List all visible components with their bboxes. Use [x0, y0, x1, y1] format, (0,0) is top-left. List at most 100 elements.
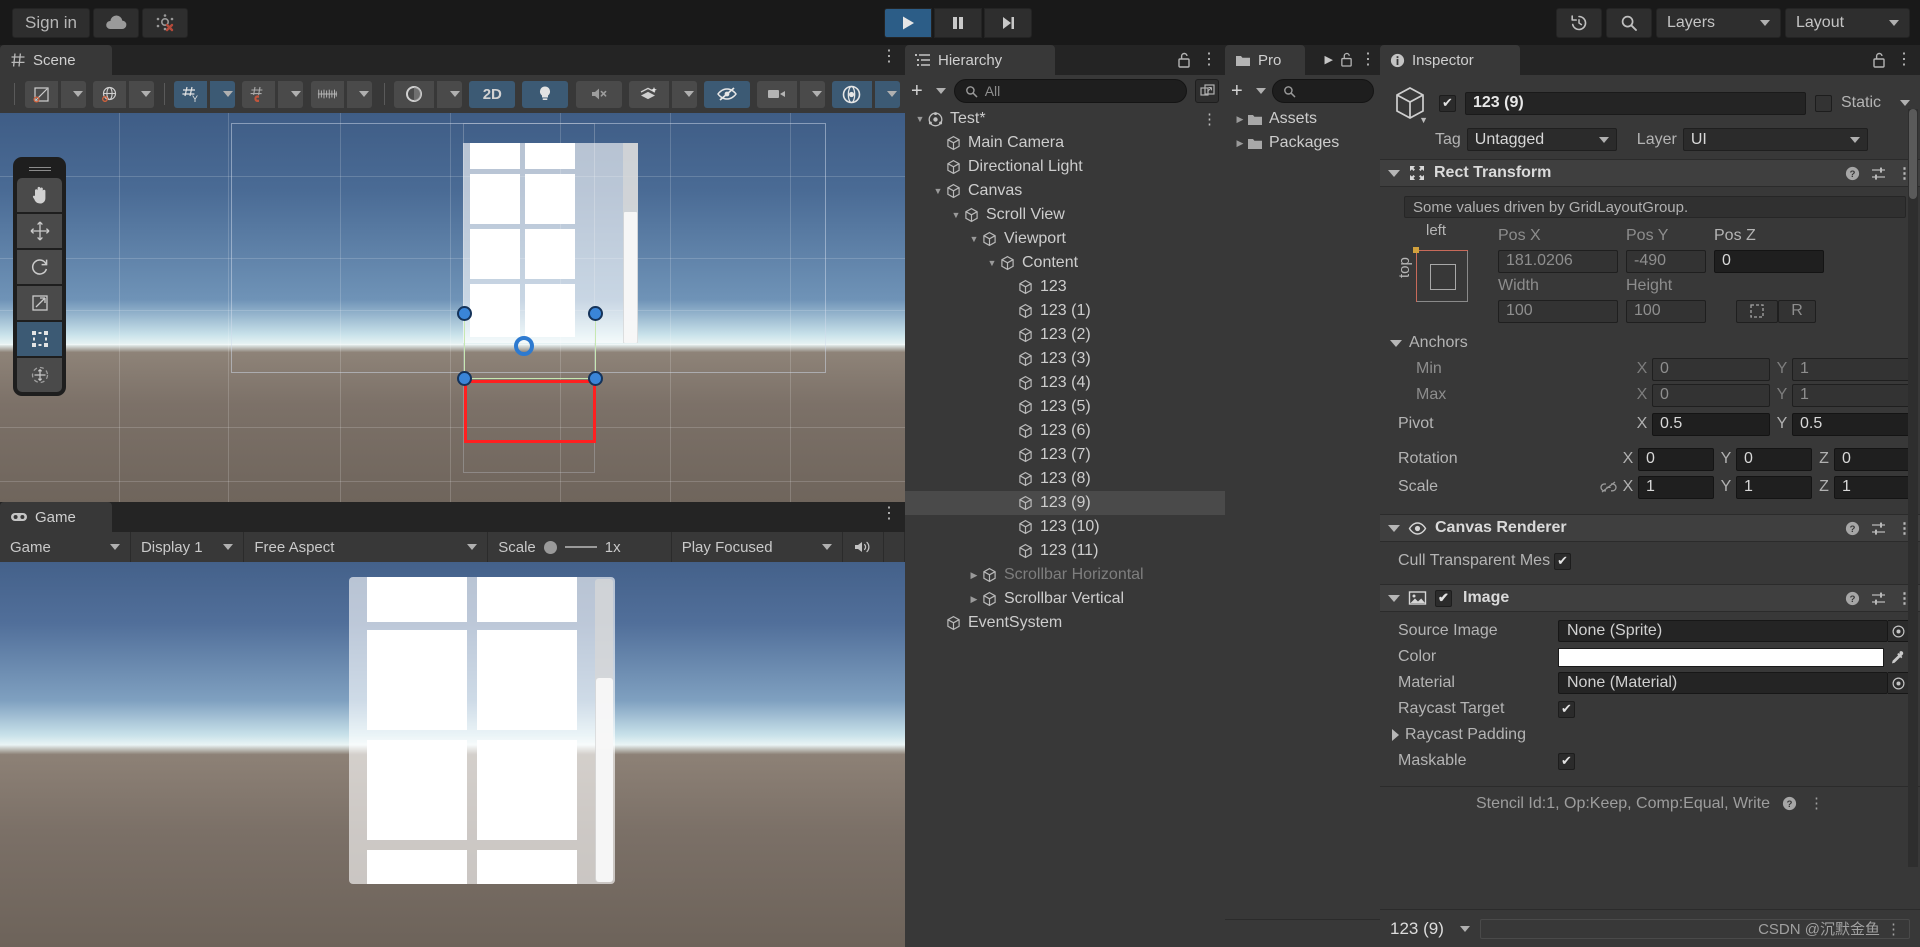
foldout-open-icon[interactable]: ▼ — [949, 210, 963, 220]
lighting-toggle[interactable] — [522, 80, 569, 108]
raycast-target-checkbox[interactable]: ✔ — [1558, 700, 1575, 718]
help-icon[interactable]: ? — [1845, 521, 1860, 536]
camera-settings-button[interactable] — [756, 80, 797, 108]
hierarchy-item[interactable]: 123 (1) — [905, 299, 1225, 323]
history-button[interactable] — [1556, 8, 1602, 38]
pivot-x-input[interactable]: 0.5 — [1652, 412, 1770, 436]
pivot-mode-dropdown[interactable] — [60, 80, 86, 108]
hierarchy-item[interactable]: ▶ Scrollbar Vertical — [905, 587, 1225, 611]
foldout-closed-icon[interactable]: ▶ — [967, 594, 981, 605]
foldout-arrow-icon[interactable] — [1388, 169, 1400, 177]
rect-handle-top-right[interactable] — [588, 306, 603, 321]
hierarchy-item[interactable]: 123 (2) — [905, 323, 1225, 347]
tab-project[interactable]: Pro — [1225, 45, 1305, 75]
object-enabled-checkbox[interactable]: ✔ — [1439, 94, 1456, 112]
layers-dropdown[interactable]: Layers — [1656, 8, 1781, 38]
ruler-dropdown[interactable] — [346, 80, 372, 108]
footer-object-dropdown[interactable]: 123 (9) — [1390, 919, 1470, 939]
tab-game[interactable]: Game — [0, 502, 112, 532]
play-button[interactable] — [884, 8, 932, 38]
project-item[interactable]: ▶ Assets — [1225, 107, 1380, 131]
pause-button[interactable] — [934, 8, 982, 38]
project-tree[interactable]: ▶ Assets ▶ Packages — [1225, 107, 1380, 887]
anchor-min-y-input[interactable]: 1 — [1792, 357, 1910, 381]
hierarchy-item[interactable]: ▼ Scroll View — [905, 203, 1225, 227]
project-item[interactable]: ▶ Packages — [1225, 131, 1380, 155]
preset-icon[interactable] — [1871, 166, 1886, 181]
hierarchy-item[interactable]: 123 (11) — [905, 539, 1225, 563]
rect-transform-header[interactable]: Rect Transform ? ⋮ — [1380, 159, 1920, 187]
scale-z-input[interactable]: 1 — [1834, 475, 1910, 499]
scale-x-input[interactable]: 1 — [1638, 475, 1714, 499]
hierarchy-add-button[interactable]: + — [911, 80, 946, 103]
gizmos-toggle[interactable] — [831, 80, 872, 108]
game-scale-slider[interactable]: Scale 1x — [488, 532, 672, 562]
hierarchy-item[interactable]: ▶ Scrollbar Horizontal — [905, 563, 1225, 587]
move-tool-button[interactable] — [17, 214, 62, 248]
pos-x-input[interactable]: 181.0206 — [1498, 249, 1618, 273]
hierarchy-item[interactable]: 123 (8) — [905, 467, 1225, 491]
camera-settings-dropdown[interactable] — [799, 80, 825, 108]
hierarchy-item[interactable]: Main Camera — [905, 131, 1225, 155]
hierarchy-item[interactable]: ▼ Canvas — [905, 179, 1225, 203]
effects-dropdown[interactable] — [671, 80, 697, 108]
maskable-checkbox[interactable]: ✔ — [1558, 752, 1575, 770]
search-button[interactable] — [1606, 8, 1652, 38]
hierarchy-item[interactable]: 123 (4) — [905, 371, 1225, 395]
layout-dropdown[interactable]: Layout — [1785, 8, 1910, 38]
hierarchy-tree[interactable]: ▼ Test* ⋮ Main Camera Directional Light ▼ Canv… — [905, 107, 1225, 947]
game-mute-button[interactable] — [843, 532, 884, 562]
hierarchy-item[interactable]: ▼ Test* ⋮ — [905, 107, 1225, 131]
hierarchy-search-input[interactable]: All — [953, 79, 1187, 103]
canvas-renderer-header[interactable]: Canvas Renderer ? ⋮ — [1380, 514, 1920, 542]
hierarchy-item[interactable]: 123 (5) — [905, 395, 1225, 419]
foldout-closed-icon[interactable]: ▶ — [1233, 138, 1247, 149]
grid-axis-dropdown[interactable] — [210, 80, 236, 108]
static-checkbox[interactable] — [1814, 94, 1832, 112]
palette-drag-handle[interactable] — [28, 165, 51, 173]
foldout-open-icon[interactable]: ▼ — [985, 258, 999, 268]
help-icon[interactable]: ? — [1845, 591, 1860, 606]
handle-space-dropdown[interactable] — [128, 80, 154, 108]
footer-preview-bar[interactable]: CSDN @沉默金鱼 ⋮ — [1479, 918, 1910, 939]
rect-handle-bottom-right[interactable] — [588, 371, 603, 386]
hierarchy-item[interactable]: ▼ Content — [905, 251, 1225, 275]
hierarchy-item[interactable]: 123 (7) — [905, 443, 1225, 467]
foldout-arrow-icon[interactable] — [1388, 524, 1400, 532]
lock-open-icon[interactable] — [1177, 52, 1191, 68]
hierarchy-item[interactable]: 123 (10) — [905, 515, 1225, 539]
kebab-menu-icon[interactable]: ⋮ — [1202, 112, 1217, 127]
hierarchy-item[interactable]: ▼ Viewport — [905, 227, 1225, 251]
game-toolbar-overflow[interactable] — [884, 532, 905, 562]
snap-button[interactable] — [242, 80, 276, 108]
chevron-right-icon[interactable]: ▶ — [1325, 53, 1333, 66]
hierarchy-kebab-menu-icon[interactable]: ⋮ — [1201, 52, 1217, 68]
pivot-y-input[interactable]: 0.5 — [1792, 412, 1910, 436]
hierarchy-item[interactable]: 123 — [905, 275, 1225, 299]
ruler-button[interactable] — [310, 80, 344, 108]
material-picker-button[interactable] — [1888, 672, 1910, 694]
tab-inspector[interactable]: Inspector — [1380, 45, 1520, 75]
hierarchy-item[interactable]: 123 (9) — [905, 491, 1225, 515]
kebab-menu-icon[interactable]: ⋮ — [1809, 796, 1824, 811]
sign-in-button[interactable]: Sign in — [12, 8, 90, 38]
layer-dropdown[interactable]: UI — [1682, 128, 1868, 151]
chevron-down-icon[interactable]: ▼ — [1419, 115, 1428, 125]
source-image-picker-button[interactable] — [1888, 620, 1910, 642]
lock-open-icon[interactable] — [1340, 52, 1353, 67]
rotate-tool-button[interactable] — [17, 250, 62, 284]
anchor-max-x-input[interactable]: 0 — [1652, 383, 1770, 407]
anchor-min-x-input[interactable]: 0 — [1652, 357, 1770, 381]
project-kebab-menu-icon[interactable]: ⋮ — [1360, 51, 1376, 67]
transform-tool-button[interactable] — [17, 358, 62, 392]
preset-icon[interactable] — [1871, 521, 1886, 536]
pos-z-input[interactable]: 0 — [1714, 249, 1824, 273]
collab-button[interactable] — [141, 8, 188, 38]
game-playmode-dropdown[interactable]: Play Focused — [672, 532, 843, 562]
scale-tool-button[interactable] — [17, 286, 62, 320]
audio-toggle[interactable] — [575, 80, 622, 108]
image-component-header[interactable]: ✔ Image ? ⋮ — [1380, 584, 1920, 612]
tag-dropdown[interactable]: Untagged — [1466, 128, 1617, 151]
material-field[interactable]: None (Material) — [1558, 672, 1888, 694]
kebab-menu-icon[interactable]: ⋮ — [1886, 920, 1901, 938]
